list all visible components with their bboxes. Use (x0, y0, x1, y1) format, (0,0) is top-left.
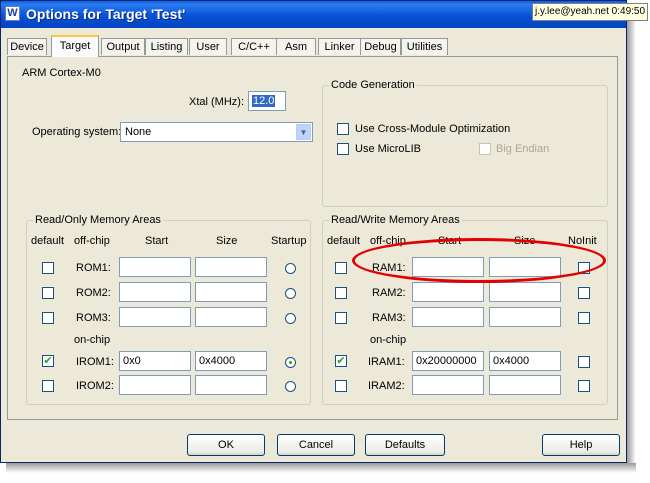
irom2-size-input[interactable] (195, 375, 267, 395)
ram3-default-checkbox[interactable] (335, 312, 347, 324)
xtal-input[interactable]: 12.0 (248, 91, 286, 111)
window-shadow-bottom (6, 463, 636, 473)
iram1-default-checkbox[interactable]: ✔ (335, 355, 347, 367)
rom2-default-checkbox[interactable] (42, 287, 54, 299)
big-endian-checkbox (479, 143, 491, 155)
microlib-checkbox[interactable] (337, 143, 349, 155)
rom2-label: ROM2: (76, 287, 111, 299)
rw-onchip-label: on-chip (370, 334, 407, 346)
tab-utilities[interactable]: Utilities (401, 38, 448, 55)
irom1-label: IROM1: (76, 356, 114, 368)
iram2-label: IRAM2: (368, 380, 405, 392)
tab-device[interactable]: Device (7, 38, 47, 55)
ro-header-offchip: off-chip (74, 235, 110, 247)
iram1-noinit-checkbox[interactable] (578, 356, 590, 368)
ok-button[interactable]: OK (187, 434, 265, 456)
cross-module-checkbox[interactable] (337, 123, 349, 135)
microlib-label: Use MicroLIB (355, 143, 422, 155)
window-title: Options for Target 'Test' (26, 6, 186, 22)
iram2-default-checkbox[interactable] (335, 380, 347, 392)
rom2-startup-radio[interactable] (285, 288, 296, 299)
os-select[interactable]: None ▼ (120, 122, 313, 142)
iram2-start-input[interactable] (412, 375, 484, 395)
irom1-start-input[interactable]: 0x0 (119, 351, 191, 371)
iram1-start-input[interactable]: 0x20000000 (412, 351, 484, 371)
xtal-value: 12.0 (252, 95, 276, 107)
tab-asm[interactable]: Asm (276, 38, 316, 55)
code-generation-title: Code Generation (329, 79, 417, 91)
tab-c-cpp[interactable]: C/C++ (231, 38, 277, 55)
help-button[interactable]: Help (542, 434, 620, 456)
ram1-default-checkbox[interactable] (335, 262, 347, 274)
ram3-noinit-checkbox[interactable] (578, 312, 590, 324)
irom1-startup-radio[interactable] (285, 357, 296, 368)
irom1-default-checkbox[interactable]: ✔ (42, 355, 54, 367)
rom1-start-input[interactable] (119, 257, 191, 277)
rw-memory-title: Read/Write Memory Areas (329, 214, 462, 226)
iram2-size-input[interactable] (489, 375, 561, 395)
tab-output[interactable]: Output (101, 38, 145, 55)
os-value: None (125, 126, 152, 138)
device-label: ARM Cortex-M0 (22, 67, 101, 79)
tab-target[interactable]: Target (51, 35, 99, 57)
rom1-default-checkbox[interactable] (42, 262, 54, 274)
irom2-start-input[interactable] (119, 375, 191, 395)
irom2-default-checkbox[interactable] (42, 380, 54, 392)
ro-memory-title: Read/Only Memory Areas (33, 214, 163, 226)
rom1-size-input[interactable] (195, 257, 267, 277)
xtal-label: Xtal (MHz): (189, 96, 244, 108)
rom3-start-input[interactable] (119, 307, 191, 327)
tab-user[interactable]: User (189, 38, 227, 55)
rom3-size-input[interactable] (195, 307, 267, 327)
big-endian-label: Big Endian (496, 143, 550, 155)
ram2-size-input[interactable] (489, 282, 561, 302)
ro-header-size: Size (216, 235, 238, 247)
rom2-start-input[interactable] (119, 282, 191, 302)
iram1-size-input[interactable]: 0x4000 (489, 351, 561, 371)
ro-header-default: default (31, 235, 65, 247)
ro-onchip-label: on-chip (74, 334, 111, 346)
rom2-size-input[interactable] (195, 282, 267, 302)
ram3-size-input[interactable] (489, 307, 561, 327)
rom3-startup-radio[interactable] (285, 313, 296, 324)
rw-header-default: default (327, 235, 361, 247)
user-time-tooltip: j.y.lee@yeah.net 0:49:50 (532, 3, 649, 21)
iram2-noinit-checkbox[interactable] (578, 380, 590, 392)
cancel-button[interactable]: Cancel (277, 434, 355, 456)
tab-linker[interactable]: Linker (318, 38, 361, 55)
ro-header-start: Start (145, 235, 169, 247)
defaults-button[interactable]: Defaults (365, 434, 445, 456)
ro-memory-group: Read/Only Memory Areas default off-chip … (26, 214, 311, 405)
rom1-label: ROM1: (76, 262, 111, 274)
chevron-down-icon[interactable]: ▼ (296, 124, 311, 140)
os-label: Operating system: (32, 126, 122, 138)
code-generation-group: Code Generation Use Cross-Module Optimiz… (322, 79, 608, 207)
tab-listing[interactable]: Listing (145, 38, 188, 55)
ram3-label: RAM3: (372, 312, 406, 324)
ram2-noinit-checkbox[interactable] (578, 287, 590, 299)
target-tab-panel: ARM Cortex-M0 Xtal (MHz): 12.0 Operating… (7, 56, 618, 420)
ram2-label: RAM2: (372, 287, 406, 299)
window-shadow-right (627, 8, 636, 468)
ram3-start-input[interactable] (412, 307, 484, 327)
options-dialog: W Options for Target 'Test' Device Targe… (0, 0, 627, 463)
iram1-label: IRAM1: (368, 356, 405, 368)
rom3-label: ROM3: (76, 312, 111, 324)
ram2-start-input[interactable] (412, 282, 484, 302)
irom2-label: IROM2: (76, 380, 114, 392)
cross-module-label: Use Cross-Module Optimization (355, 123, 511, 135)
irom2-startup-radio[interactable] (285, 381, 296, 392)
rom3-default-checkbox[interactable] (42, 312, 54, 324)
irom1-size-input[interactable]: 0x4000 (195, 351, 267, 371)
ram1-highlight-annotation (352, 238, 606, 283)
tab-debug[interactable]: Debug (360, 38, 401, 55)
rom1-startup-radio[interactable] (285, 263, 296, 274)
ro-header-startup: Startup (271, 235, 307, 247)
ram2-default-checkbox[interactable] (335, 287, 347, 299)
keil-uvision-icon[interactable]: W (5, 6, 20, 21)
